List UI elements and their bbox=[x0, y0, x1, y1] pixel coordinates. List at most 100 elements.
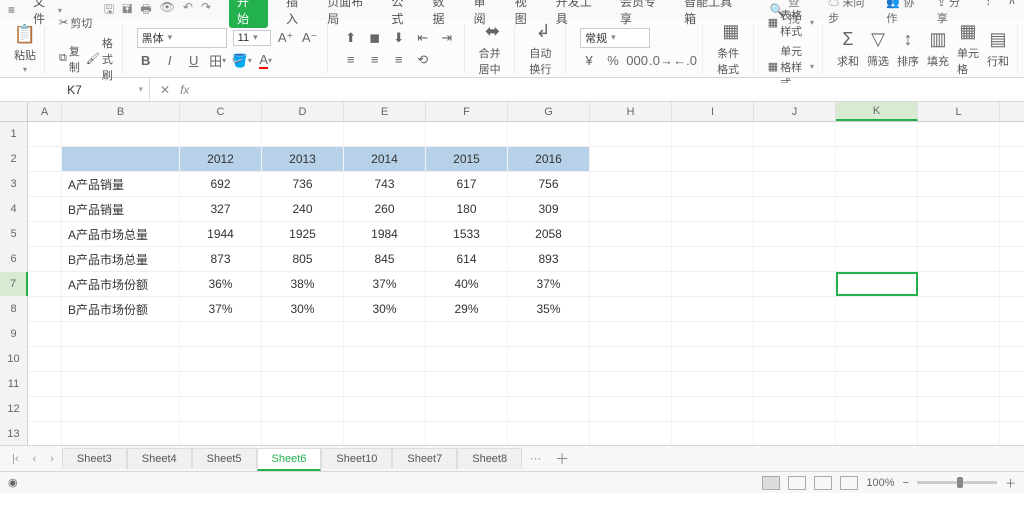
sheet-tab-Sheet3[interactable]: Sheet3 bbox=[62, 448, 127, 469]
cell-A6[interactable] bbox=[28, 247, 62, 271]
cell-K11[interactable] bbox=[836, 372, 918, 396]
cell-D5[interactable]: 1925 bbox=[262, 222, 344, 246]
collab-button[interactable]: 👥 协作 bbox=[886, 0, 922, 26]
col-header-F[interactable]: F bbox=[426, 102, 508, 121]
cell-J3[interactable] bbox=[754, 172, 836, 196]
sheet-tab-Sheet4[interactable]: Sheet4 bbox=[127, 448, 192, 469]
cell-A11[interactable] bbox=[28, 372, 62, 396]
align-top-icon[interactable]: ⬆ bbox=[342, 29, 360, 47]
cell-L3[interactable] bbox=[918, 172, 1000, 196]
undo-icon[interactable]: ↶ bbox=[183, 0, 193, 21]
cell-D8[interactable]: 30% bbox=[262, 297, 344, 321]
cell-G11[interactable] bbox=[508, 372, 590, 396]
cell-D11[interactable] bbox=[262, 372, 344, 396]
row-header-4[interactable]: 4 bbox=[0, 197, 28, 221]
cell-C8[interactable]: 37% bbox=[180, 297, 262, 321]
select-all-corner[interactable] bbox=[0, 102, 28, 121]
menu-icon[interactable]: ≡ bbox=[8, 3, 15, 17]
cell-F7[interactable]: 40% bbox=[426, 272, 508, 296]
zoom-value[interactable]: 100% bbox=[866, 477, 894, 489]
font-select[interactable]: 黑体▾ bbox=[137, 28, 227, 48]
cell-H12[interactable] bbox=[590, 397, 672, 421]
add-sheet-button[interactable]: ＋ bbox=[549, 449, 575, 469]
sheet-nav-prev[interactable]: ‹ bbox=[27, 453, 43, 465]
cell-H1[interactable] bbox=[590, 122, 672, 146]
font-size-select[interactable]: 11▾ bbox=[233, 30, 271, 46]
cell-L12[interactable] bbox=[918, 397, 1000, 421]
cell-H4[interactable] bbox=[590, 197, 672, 221]
cell-I3[interactable] bbox=[672, 172, 754, 196]
wrap-text-button[interactable]: ↲自动换行 bbox=[529, 21, 557, 77]
cell-K6[interactable] bbox=[836, 247, 918, 271]
cell-B13[interactable] bbox=[62, 422, 180, 445]
cell-D4[interactable]: 240 bbox=[262, 197, 344, 221]
tab-pagelayout[interactable]: 页面布局 bbox=[327, 0, 373, 27]
cell-B6[interactable]: B产品市场总量 bbox=[62, 247, 180, 271]
cells-button[interactable]: ▦单元格 bbox=[957, 21, 979, 77]
sheet-tab-Sheet8[interactable]: Sheet8 bbox=[457, 448, 522, 469]
cell-L4[interactable] bbox=[918, 197, 1000, 221]
view-page-icon[interactable] bbox=[788, 476, 806, 490]
cell-H2[interactable] bbox=[590, 147, 672, 171]
cell-L11[interactable] bbox=[918, 372, 1000, 396]
cell-B1[interactable] bbox=[62, 122, 180, 146]
spreadsheet-grid[interactable]: ABCDEFGHIJKL 12201220132014201520163A产品销… bbox=[0, 102, 1024, 445]
cell-L8[interactable] bbox=[918, 297, 1000, 321]
cell-H11[interactable] bbox=[590, 372, 672, 396]
cell-E7[interactable]: 37% bbox=[344, 272, 426, 296]
cell-G2[interactable]: 2016 bbox=[508, 147, 590, 171]
rowcol-button[interactable]: ▤行和 bbox=[987, 29, 1009, 69]
sheet-tab-Sheet7[interactable]: Sheet7 bbox=[392, 448, 457, 469]
cell-H10[interactable] bbox=[590, 347, 672, 371]
redo-icon[interactable]: ↷ bbox=[201, 0, 211, 21]
col-header-K[interactable]: K bbox=[836, 102, 918, 121]
tab-devtools[interactable]: 开发工具 bbox=[556, 0, 602, 27]
border-icon[interactable]: 田▾ bbox=[209, 52, 227, 70]
cell-B4[interactable]: B产品销量 bbox=[62, 197, 180, 221]
sheet-nav-next[interactable]: › bbox=[44, 453, 60, 465]
cell-H13[interactable] bbox=[590, 422, 672, 445]
cell-K12[interactable] bbox=[836, 397, 918, 421]
cell-G10[interactable] bbox=[508, 347, 590, 371]
view-pagebreak-icon[interactable] bbox=[814, 476, 832, 490]
decrease-font-icon[interactable]: A⁻ bbox=[301, 29, 319, 47]
cell-E8[interactable]: 30% bbox=[344, 297, 426, 321]
filter-button[interactable]: ▽筛选 bbox=[867, 29, 889, 69]
cond-format-button[interactable]: ▦条件格式 bbox=[717, 21, 745, 77]
col-header-J[interactable]: J bbox=[754, 102, 836, 121]
view-reading-icon[interactable] bbox=[840, 476, 858, 490]
cell-F5[interactable]: 1533 bbox=[426, 222, 508, 246]
cell-H9[interactable] bbox=[590, 322, 672, 346]
save-as-icon[interactable]: 🖬 bbox=[122, 0, 132, 21]
cell-D9[interactable] bbox=[262, 322, 344, 346]
cell-E12[interactable] bbox=[344, 397, 426, 421]
cell-D12[interactable] bbox=[262, 397, 344, 421]
align-bottom-icon[interactable]: ⬇ bbox=[390, 29, 408, 47]
cell-K5[interactable] bbox=[836, 222, 918, 246]
format-painter-button[interactable]: 🖌 格式刷 bbox=[86, 35, 114, 83]
cell-F4[interactable]: 180 bbox=[426, 197, 508, 221]
cell-H3[interactable] bbox=[590, 172, 672, 196]
row-header-11[interactable]: 11 bbox=[0, 372, 28, 396]
cell-B7[interactable]: A产品市场份额 bbox=[62, 272, 180, 296]
cell-B8[interactable]: B产品市场份额 bbox=[62, 297, 180, 321]
cell-J12[interactable] bbox=[754, 397, 836, 421]
cell-J10[interactable] bbox=[754, 347, 836, 371]
row-header-6[interactable]: 6 bbox=[0, 247, 28, 271]
cell-G5[interactable]: 2058 bbox=[508, 222, 590, 246]
cell-F10[interactable] bbox=[426, 347, 508, 371]
sheet-tab-Sheet5[interactable]: Sheet5 bbox=[192, 448, 257, 469]
cell-C4[interactable]: 327 bbox=[180, 197, 262, 221]
cell-A8[interactable] bbox=[28, 297, 62, 321]
row-header-9[interactable]: 9 bbox=[0, 322, 28, 346]
decrease-decimal-icon[interactable]: ←.0 bbox=[676, 52, 694, 70]
cell-E11[interactable] bbox=[344, 372, 426, 396]
cell-B9[interactable] bbox=[62, 322, 180, 346]
row-header-13[interactable]: 13 bbox=[0, 422, 28, 445]
cell-J5[interactable] bbox=[754, 222, 836, 246]
cell-L7[interactable] bbox=[918, 272, 1000, 296]
formula-input[interactable] bbox=[199, 83, 1024, 97]
cell-J8[interactable] bbox=[754, 297, 836, 321]
cell-I8[interactable] bbox=[672, 297, 754, 321]
cell-K3[interactable] bbox=[836, 172, 918, 196]
